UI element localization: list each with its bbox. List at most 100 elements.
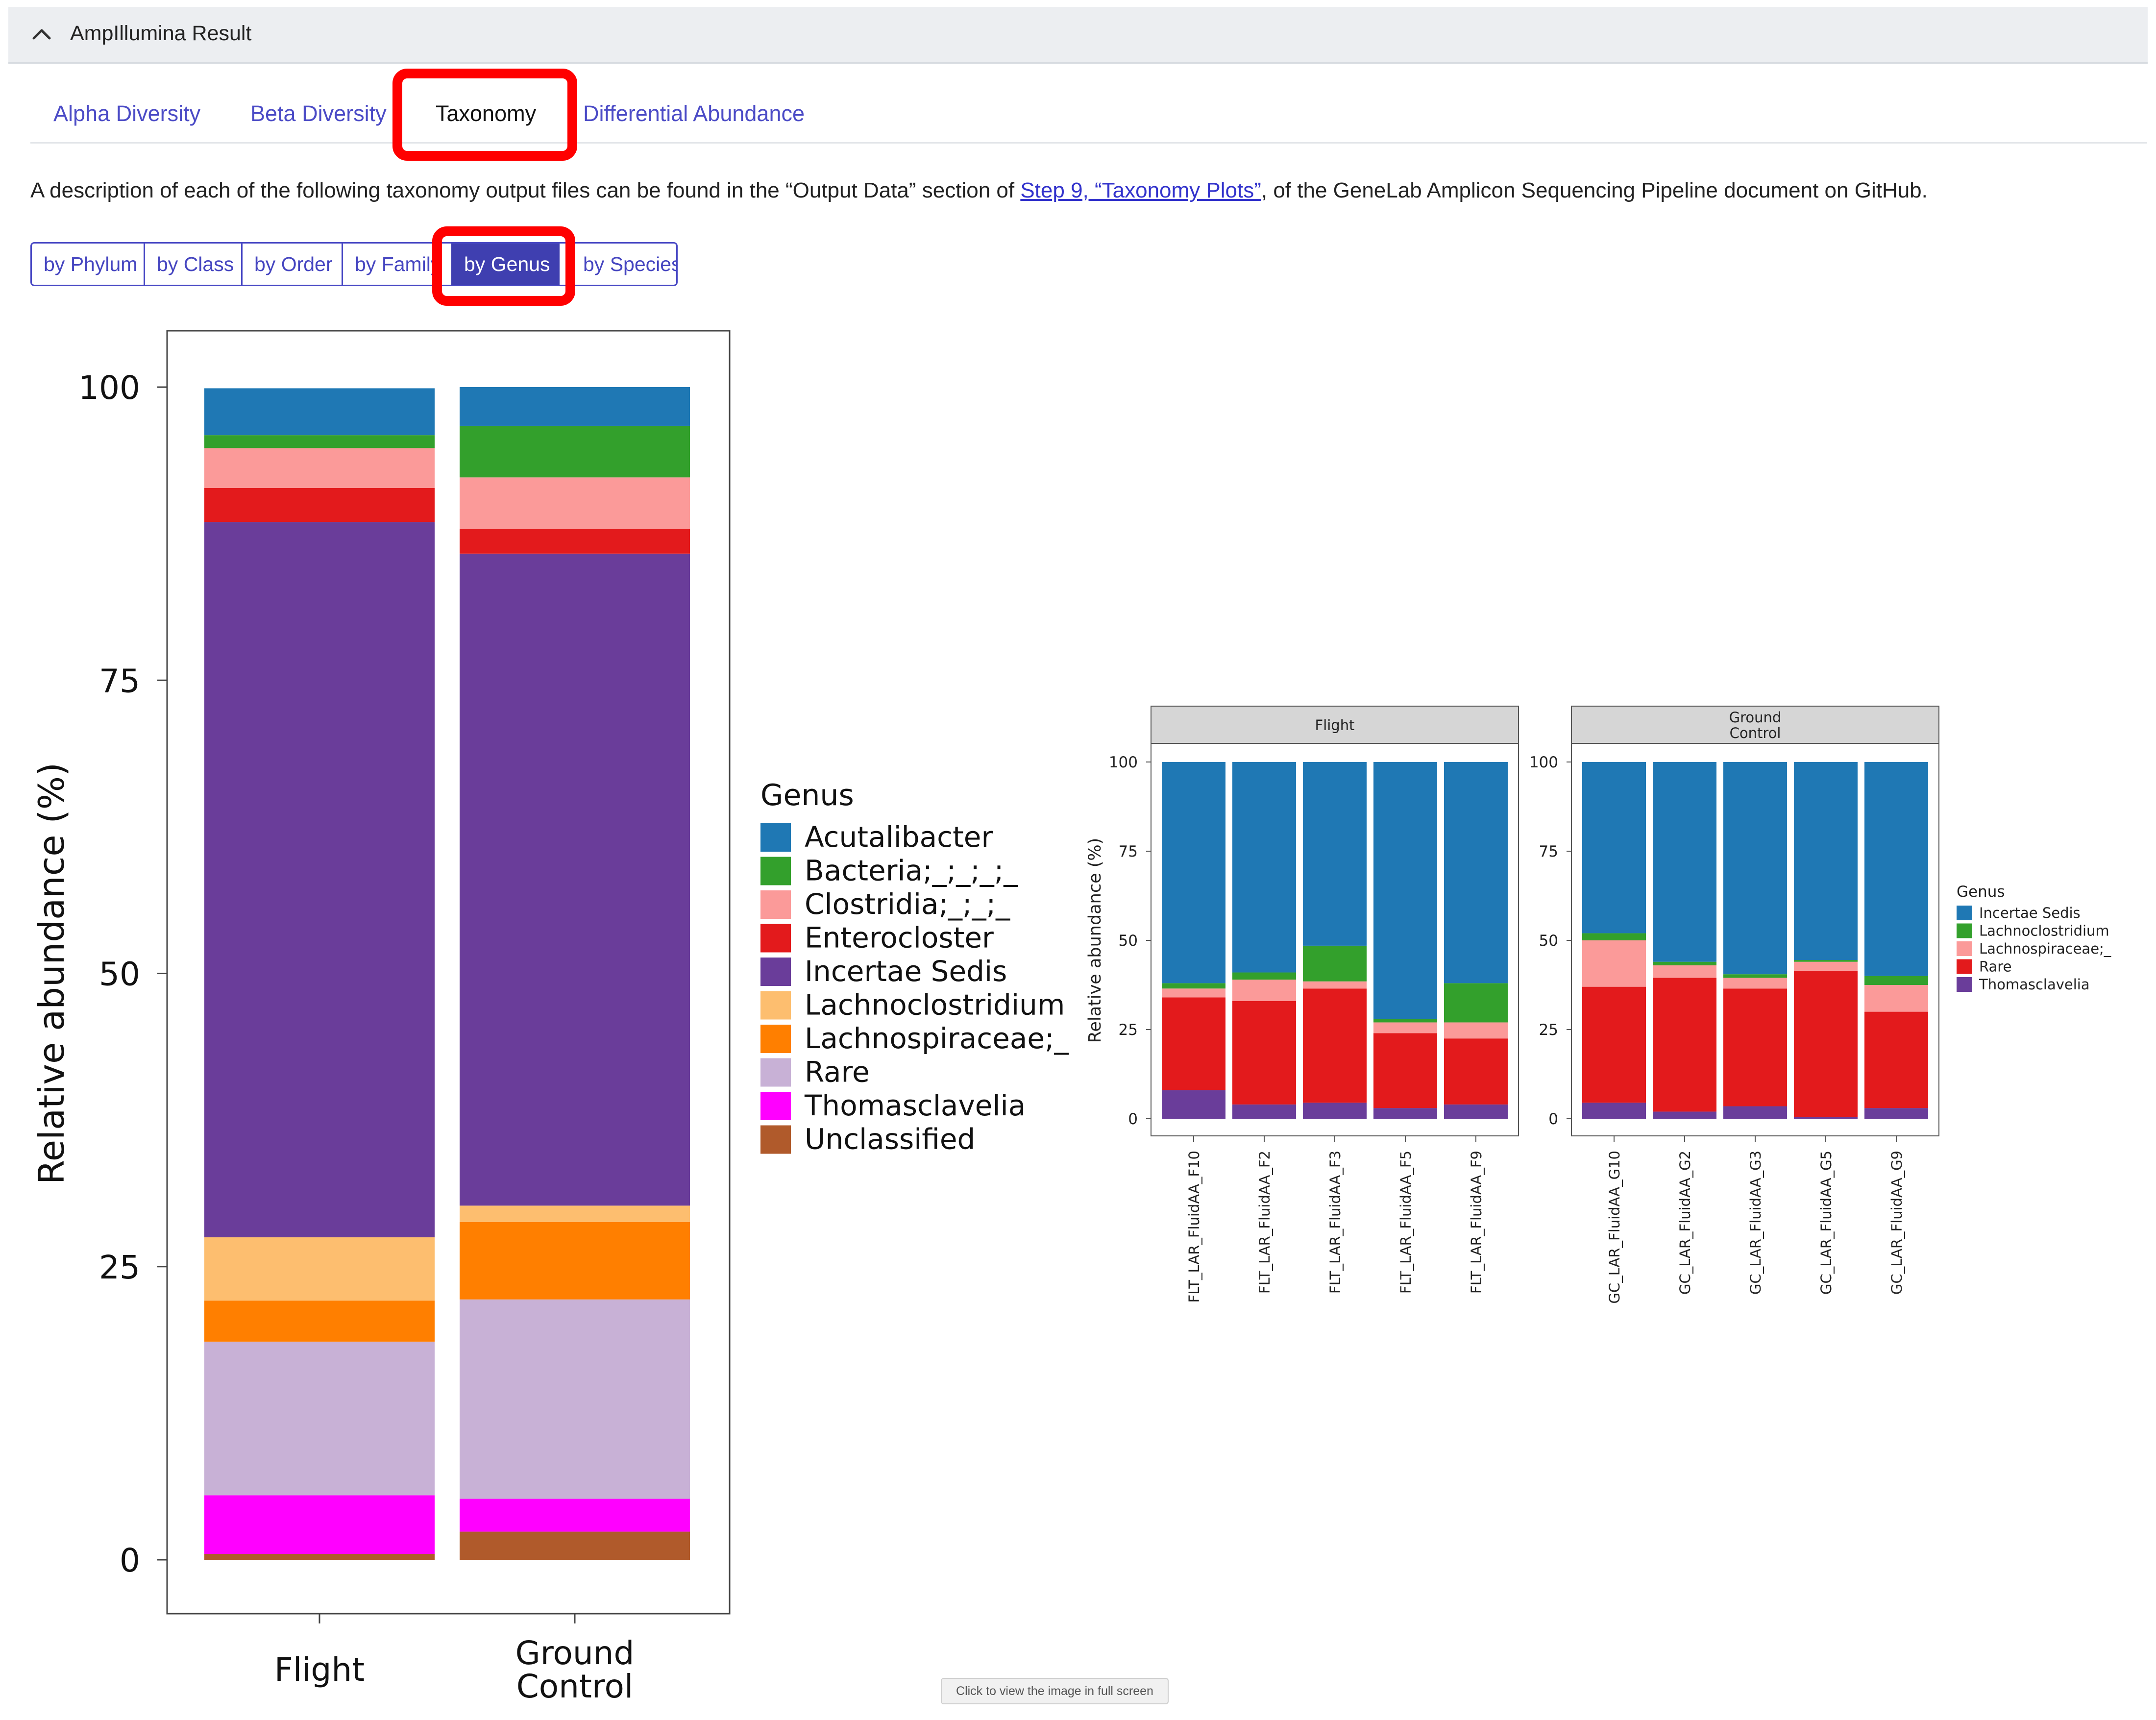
legend-label: Lachnospiraceae;_ — [1979, 940, 2111, 957]
bar-segment-lachnospiraceae — [1864, 985, 1928, 1012]
bar-segment-lachnospiraceae — [1723, 978, 1787, 989]
legend-swatch-lachnospiraceae — [1957, 941, 1972, 956]
legend-swatch-unclassified — [760, 1125, 791, 1154]
description-text-end: , of the GeneLab Amplicon Sequencing Pip… — [1261, 178, 1928, 202]
taxonomic-rank-selector: by Phylum by Class by Order by Family by… — [30, 242, 678, 286]
facet-label: Control — [1730, 725, 1781, 741]
bar-segment-thomasclavelia — [1162, 1090, 1225, 1119]
x-tick-label: FLT_LAR_FluidAA_F2 — [1256, 1151, 1273, 1294]
y-tick-label: 0 — [1548, 1110, 1558, 1128]
by-family-button[interactable]: by Family — [343, 244, 434, 285]
by-phylum-button[interactable]: by Phylum — [32, 244, 145, 285]
legend-swatch-thomasclavelia — [1957, 977, 1972, 992]
bar-segment-incertae-sedis — [1303, 762, 1367, 946]
legend-swatch-incertae-sedis — [760, 958, 791, 986]
legend-label: Thomasclavelia — [1979, 976, 2090, 993]
y-tick-label: 75 — [1119, 843, 1138, 860]
bar-segment-rare — [460, 1299, 690, 1499]
x-tick-label: FLT_LAR_FluidAA_F9 — [1468, 1151, 1485, 1294]
bar-segment-lachnoclostridium — [1303, 945, 1367, 982]
legend-swatch-lachnospiraceae — [760, 1025, 791, 1053]
legend-label: Enterocloster — [805, 921, 994, 955]
bar-segment-lachnospiraceae — [1444, 1022, 1508, 1039]
bar-segment-lachnospiraceae — [1582, 940, 1646, 987]
legend-title: Genus — [760, 778, 854, 812]
legend-swatch-acutalibacter — [760, 823, 791, 852]
bar-segment-rare — [1794, 970, 1858, 1117]
bar-segment-lachnoclostridium — [1582, 933, 1646, 940]
bar-segment-incertae-sedis — [1794, 762, 1858, 960]
legend-swatch-clostridia — [760, 890, 791, 919]
by-order-button[interactable]: by Order — [243, 244, 343, 285]
bar-segment-thomasclavelia — [204, 1495, 435, 1554]
bar-segment-rare — [204, 1341, 435, 1496]
bar-segment-rare — [1162, 997, 1225, 1090]
legend-label: Bacteria;_;_;_;_ — [805, 854, 1018, 887]
x-tick-label: GC_LAR_FluidAA_G3 — [1747, 1151, 1764, 1295]
x-tick-label: Control — [516, 1668, 634, 1705]
by-species-button[interactable]: by Species — [574, 244, 676, 285]
bar-segment-lachnospiraceae — [1794, 961, 1858, 971]
bar-segment-thomasclavelia — [1232, 1104, 1296, 1119]
bar-segment-incertae-sedis — [1232, 762, 1296, 973]
bar-segment-enterocloster — [460, 529, 690, 554]
bar-segment-incertae-sedis — [1162, 762, 1225, 983]
tab-alpha-diversity[interactable]: Alpha Diversity — [53, 101, 200, 126]
legend-label: Rare — [805, 1056, 870, 1089]
bar-segment-clostridia — [460, 477, 690, 529]
bar-segment-lachnospiraceae — [1303, 981, 1367, 989]
legend-label: Rare — [1979, 958, 2011, 975]
y-tick-label: 50 — [1119, 932, 1138, 950]
taxonomy-plots-link[interactable]: Step 9, “Taxonomy Plots” — [1020, 178, 1261, 202]
legend-label: Incertae Sedis — [1979, 905, 2081, 921]
tab-beta-diversity[interactable]: Beta Diversity — [250, 101, 387, 126]
bar-segment-incertae-sedis — [1582, 762, 1646, 934]
legend-label: Clostridia;_;_;_ — [805, 887, 1010, 921]
bar-segment-lachnospiraceae — [1232, 980, 1296, 1001]
bar-segment-lachnospiraceae — [460, 1222, 690, 1300]
genus-per-sample-chart[interactable]: Relative abundance (%) Flight 0 25 50 75 100 FL… — [1068, 696, 2156, 1377]
bar-segment-thomasclavelia — [1373, 1108, 1437, 1119]
bar-segment-rare — [1723, 988, 1787, 1106]
x-tick-label: Ground — [515, 1634, 635, 1672]
y-tick-label: 50 — [99, 956, 140, 993]
legend-swatch-enterocloster — [760, 924, 791, 953]
taxonomy-tab-highlight — [392, 69, 577, 161]
legend-label: Lachnospiraceae;_ — [805, 1022, 1069, 1055]
x-tick-label: FLT_LAR_FluidAA_F5 — [1397, 1151, 1414, 1294]
x-tick-label: Flight — [274, 1651, 365, 1689]
by-class-button[interactable]: by Class — [145, 244, 243, 285]
bar-segment-thomasclavelia — [1303, 1103, 1367, 1119]
result-panel-header[interactable]: AmpIllumina Result — [8, 7, 2148, 64]
bar-segment-thomasclavelia — [1444, 1104, 1508, 1119]
x-tick-label: GC_LAR_FluidAA_G10 — [1606, 1151, 1623, 1303]
genus-summary-chart[interactable]: 0 25 50 75 100 Relative abundance (%) Flight Gr… — [0, 314, 1078, 1720]
bar-segment-rare — [1582, 986, 1646, 1103]
bar-segment-acutalibacter — [460, 387, 690, 426]
bar-segment-enterocloster — [204, 488, 435, 522]
y-tick-label: 25 — [99, 1249, 140, 1286]
bar-segment-lachnoclostridium — [1723, 974, 1787, 978]
description-text: A description of each of the following t… — [30, 178, 1021, 202]
y-tick-label: 50 — [1539, 932, 1558, 950]
legend-label: Thomasclavelia — [804, 1089, 1026, 1122]
x-tick-label: GC_LAR_FluidAA_G5 — [1818, 1151, 1835, 1295]
tab-differential-abundance[interactable]: Differential Abundance — [583, 101, 805, 126]
bar-segment-incertae-sedis — [1373, 762, 1437, 1019]
bar-segment-thomasclavelia — [1653, 1111, 1716, 1119]
legend-label: Lachnoclostridium — [1979, 923, 2109, 939]
bar-segment-lachnoclostridium — [1162, 983, 1225, 989]
y-tick-label: 100 — [1529, 754, 1558, 771]
bar-segment-incertae-sedis — [204, 522, 435, 1237]
bar-segment-thomasclavelia — [1794, 1117, 1858, 1119]
bar-segment-rare — [1232, 1001, 1296, 1105]
bar-segment-bacteria — [204, 435, 435, 448]
fullscreen-tooltip: Click to view the image in full screen — [941, 1678, 1169, 1704]
genus-button-highlight — [432, 226, 575, 306]
chevron-up-icon[interactable] — [27, 24, 56, 43]
y-axis-label: Relative abundance (%) — [1085, 838, 1105, 1043]
bar-segment-lachnoclostridium — [1653, 961, 1716, 965]
legend-swatch-rare — [760, 1058, 791, 1087]
bar-segment-rare — [1303, 988, 1367, 1103]
y-tick-label: 25 — [1119, 1021, 1138, 1039]
